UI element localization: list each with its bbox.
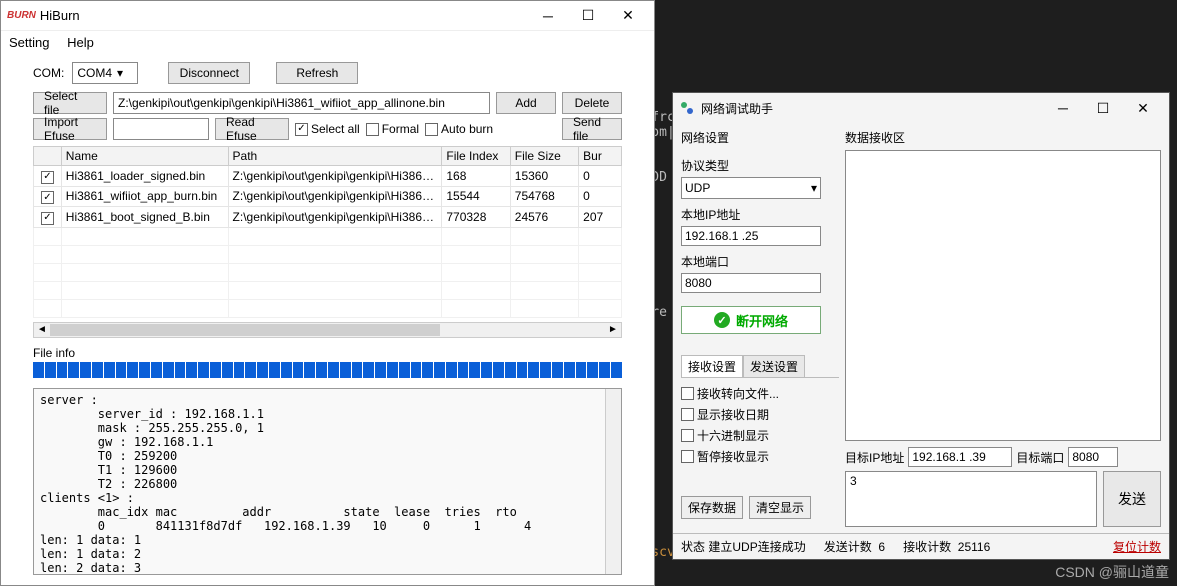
netassist-title: 网络调试助手 [701,100,773,117]
scroll-right-icon[interactable]: ► [605,324,621,335]
table-header: Name Path File Index File Size Bur [34,147,622,166]
row-checkbox[interactable]: ✓ [41,171,54,184]
com-label: COM: [33,66,64,80]
netassist-icon [679,100,695,116]
auto-burn-checkbox[interactable]: Auto burn [425,122,493,136]
hiburn-titlebar: BURN HiBurn ─ ☐ ✕ [1,1,654,31]
opt-to-file[interactable]: 接收转向文件... [681,385,839,402]
formal-checkbox[interactable]: Formal [366,122,419,136]
netassist-window: 网络调试助手 ─ ☐ ✕ 网络设置 协议类型 UDP▾ 本地IP地址 192.1… [672,92,1170,560]
clear-display-button[interactable]: 清空显示 [749,496,811,519]
check-icon: ✓ [714,312,730,328]
com-select[interactable]: COM4▾ [72,62,138,84]
reset-count-link[interactable]: 复位计数 [1113,538,1161,555]
send-button[interactable]: 发送 [1103,471,1161,527]
target-port-label: 目标端口 [1016,449,1064,466]
status-bar: 状态 建立UDP连接成功 发送计数 6 接收计数 25116 复位计数 [673,533,1169,559]
chevron-down-icon: ▾ [811,181,817,195]
hiburn-logo: BURN [7,10,36,21]
local-ip-input[interactable]: 192.168.1 .25 [681,226,821,246]
status-value: 建立UDP连接成功 [708,540,805,554]
recv-textarea[interactable] [845,150,1161,441]
file-path-input[interactable]: Z:\genkipi\out\genkipi\genkipi\Hi3861_wi… [113,92,490,114]
add-button[interactable]: Add [496,92,556,114]
log-scrollbar[interactable] [605,389,621,575]
recv-area-label: 数据接收区 [845,129,1161,146]
opt-pause[interactable]: 暂停接收显示 [681,448,839,465]
local-ip-label: 本地IP地址 [681,206,839,223]
row-checkbox[interactable]: ✓ [41,212,54,225]
protocol-label: 协议类型 [681,157,839,174]
save-data-button[interactable]: 保存数据 [681,496,743,519]
maximize-button[interactable]: ☐ [1083,94,1123,122]
minimize-button[interactable]: ─ [528,2,568,30]
scroll-left-icon[interactable]: ◄ [34,324,50,335]
table-row[interactable]: ✓ Hi3861_loader_signed.binZ:\genkipi\out… [34,166,622,187]
select-file-button[interactable]: Select file [33,92,107,114]
net-config-label: 网络设置 [681,129,839,146]
opt-show-date[interactable]: 显示接收日期 [681,406,839,423]
disconnect-button[interactable]: Disconnect [168,62,250,84]
tab-send-settings[interactable]: 发送设置 [743,355,805,377]
tab-recv-settings[interactable]: 接收设置 [681,355,743,377]
target-port-input[interactable]: 8080 [1068,447,1118,467]
close-button[interactable]: ✕ [1123,94,1163,122]
local-port-input[interactable]: 8080 [681,273,821,293]
netassist-titlebar: 网络调试助手 ─ ☐ ✕ [673,93,1169,123]
table-row[interactable]: ✓ Hi3861_boot_signed_B.binZ:\genkipi\out… [34,207,622,228]
table-scrollbar[interactable]: ◄ ► [33,322,622,338]
file-table: Name Path File Index File Size Bur ✓ Hi3… [33,146,622,318]
chevron-down-icon: ▾ [112,66,128,80]
import-efuse-button[interactable]: Import Efuse [33,118,107,140]
refresh-button[interactable]: Refresh [276,62,358,84]
close-button[interactable]: ✕ [608,2,648,30]
menu-help[interactable]: Help [67,35,94,50]
tx-count: 6 [878,540,885,554]
opt-hex[interactable]: 十六进制显示 [681,427,839,444]
delete-button[interactable]: Delete [562,92,622,114]
select-all-checkbox[interactable]: ✓Select all [295,122,360,136]
hiburn-title: HiBurn [40,8,80,23]
protocol-select[interactable]: UDP▾ [681,177,821,199]
hiburn-menubar: Setting Help [1,31,654,58]
target-ip-label: 目标IP地址 [845,449,904,466]
target-ip-input[interactable]: 192.168.1 .39 [908,447,1012,467]
read-efuse-button[interactable]: Read Efuse [215,118,289,140]
disconnect-network-button[interactable]: ✓ 断开网络 [681,306,821,334]
efuse-path-input[interactable] [113,118,209,140]
menu-setting[interactable]: Setting [9,35,49,50]
log-output[interactable]: server : server_id : 192.168.1.1 mask : … [33,388,622,576]
send-file-button[interactable]: Send file [562,118,622,140]
minimize-button[interactable]: ─ [1043,94,1083,122]
local-port-label: 本地端口 [681,253,839,270]
hiburn-window: BURN HiBurn ─ ☐ ✕ Setting Help COM: COM4… [0,0,655,586]
maximize-button[interactable]: ☐ [568,2,608,30]
rx-count: 25116 [958,540,990,554]
send-textarea[interactable]: 3 [845,471,1097,527]
watermark: CSDN @骊山道童 [1055,562,1169,582]
file-info-label: File info [33,346,622,360]
row-checkbox[interactable]: ✓ [41,191,54,204]
progress-bar [33,362,622,378]
table-row[interactable]: ✓ Hi3861_wifiiot_app_burn.binZ:\genkipi\… [34,186,622,207]
